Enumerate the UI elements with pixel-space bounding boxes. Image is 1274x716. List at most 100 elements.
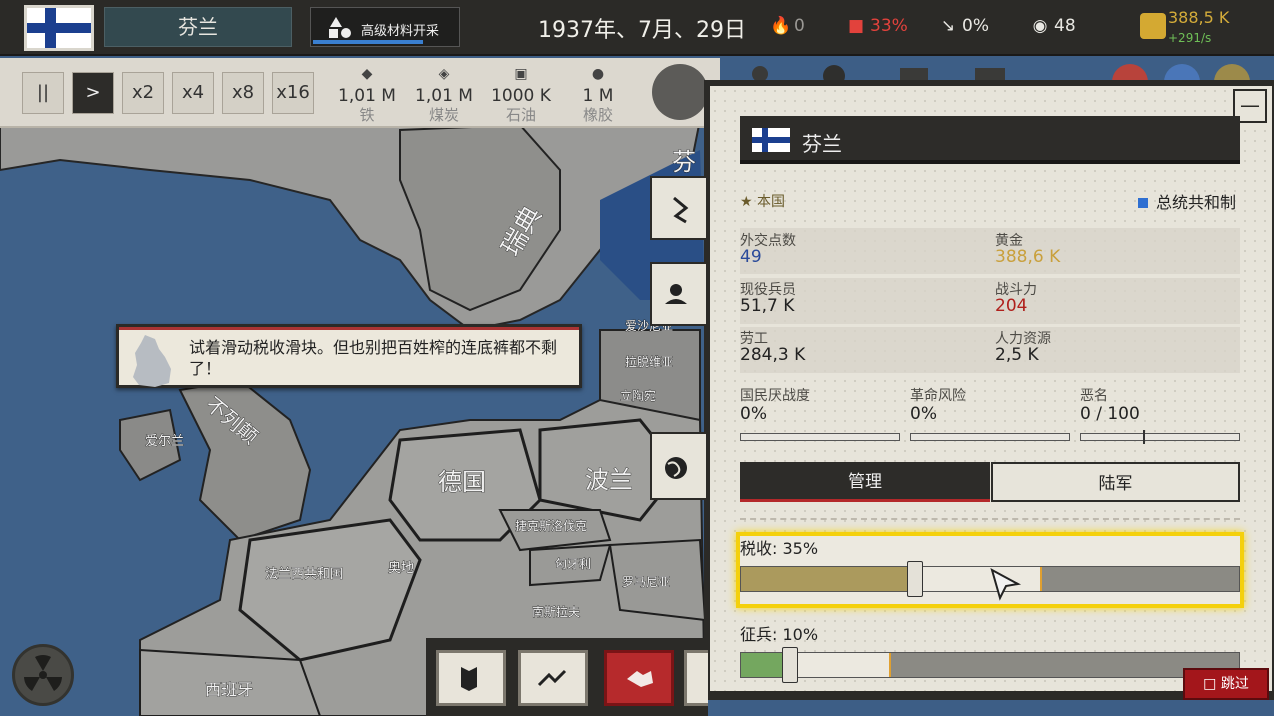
- tax-fill: [741, 567, 915, 591]
- tax-label: 税收: 35%: [740, 539, 819, 558]
- speed-x16-button[interactable]: x16: [272, 72, 314, 114]
- bottom-action-bar: [426, 638, 708, 716]
- home-country-badge: ★ 本国: [740, 194, 786, 210]
- war-weariness-meter: [740, 433, 900, 441]
- shapes-icon: [329, 17, 351, 38]
- finland-silhouette-icon: [133, 335, 171, 387]
- map-label-france: 法兰西共和国: [265, 567, 343, 582]
- resource-oil: ▣ 1000 K 石油: [481, 66, 561, 125]
- conscription-fill: [741, 653, 783, 677]
- diplomacy-points-value: 49: [740, 247, 762, 267]
- resource-rubber: ● 1 M 橡胶: [558, 66, 638, 125]
- economy-button[interactable]: [518, 650, 588, 706]
- panel-tabs: 管理 陆军: [740, 462, 1240, 502]
- resource-coal: ◈ 1,01 M 煤炭: [404, 66, 484, 125]
- globe-tab-icon: [665, 457, 687, 479]
- coal-label: 煤炭: [428, 106, 459, 124]
- layers-icon: ◆: [361, 66, 373, 82]
- panel-country-flag: [752, 128, 790, 152]
- map-icon-bottom: [461, 667, 477, 691]
- trend-down-icon: ↘: [940, 16, 956, 36]
- coal-value: 1,01 M: [415, 86, 473, 106]
- arrow-return-icon: [673, 196, 689, 224]
- infamy-threshold-marker: [1143, 430, 1145, 444]
- map-label-lithuania: 立陶宛: [620, 388, 656, 403]
- stat-fire: 🔥 0: [770, 16, 805, 36]
- oil-label: 石油: [505, 106, 536, 124]
- tax-slider-handle[interactable]: [907, 561, 923, 597]
- speed-x8-button[interactable]: x8: [222, 72, 264, 114]
- trend-up-icon: [537, 669, 567, 687]
- speed-x2-button[interactable]: x2: [122, 72, 164, 114]
- country-flag[interactable]: [24, 5, 94, 51]
- stat-territory: ■ 33%: [846, 16, 908, 36]
- nuclear-symbol: [24, 655, 62, 691]
- map-label-germany: 德国: [438, 468, 486, 496]
- resource-iron: ◆ 1,01 M 铁: [327, 66, 407, 125]
- tab-profile[interactable]: [650, 262, 706, 326]
- research-indicator[interactable]: 高级材料开采: [310, 7, 460, 47]
- stat-globe: ◉ 48: [1030, 16, 1076, 36]
- stat-trend: ↘ 0%: [938, 16, 989, 36]
- tutorial-popup[interactable]: 试着滑动税收滑块。但也别把百姓榨的连底裤都不剩了！: [116, 324, 582, 388]
- conscription-limit-marker: [889, 653, 891, 677]
- speed-x4-button[interactable]: x4: [172, 72, 214, 114]
- skip-label: 跳过: [1220, 676, 1249, 692]
- diplomacy-handshake-button[interactable]: [604, 650, 674, 706]
- map-mode-button[interactable]: [436, 650, 506, 706]
- war-weariness-label: 国民厌战度: [740, 388, 810, 404]
- game-date: 1937年、7月、29日: [538, 18, 746, 43]
- revolt-risk-meter: [910, 433, 1070, 441]
- conscription-slider-handle[interactable]: [782, 647, 798, 683]
- map-label-spain: 西班牙: [205, 680, 253, 699]
- map-label-poland: 波兰: [585, 466, 633, 494]
- stat-row-1: [740, 228, 1240, 274]
- play-button[interactable]: >: [72, 72, 114, 114]
- partial-button[interactable]: [684, 650, 708, 706]
- artillery-icon[interactable]: [900, 68, 928, 80]
- revolt-risk-label: 革命风险: [910, 388, 966, 404]
- tab-army[interactable]: 陆军: [991, 462, 1240, 502]
- war-weariness-value: 0%: [740, 404, 767, 424]
- conscription-label: 征兵: 10%: [740, 625, 819, 644]
- top-bar: 芬兰 高级材料开采 1937年、7月、29日 🔥 0 ■ 33% ↘ 0% ◉ 48 3…: [0, 0, 1274, 56]
- tab-manage[interactable]: 管理: [740, 462, 990, 502]
- diamond-icon: ◈: [438, 66, 450, 82]
- map-icon: ■: [847, 16, 865, 36]
- research-label: 高级材料开采: [361, 24, 440, 39]
- cursor-pointer-icon: [990, 568, 1022, 601]
- tab-diplomacy[interactable]: [650, 176, 706, 240]
- speed-resource-bar: || > x2 x4 x8 x16 ◆ 1,01 M 铁 ◈ 1,01 M 煤炭…: [0, 58, 720, 128]
- gold-income: +291/s: [1168, 31, 1212, 45]
- government-type: 总统共和制: [1156, 193, 1237, 212]
- labor-value: 284,3 K: [740, 345, 806, 365]
- revolt-risk-value: 0%: [910, 404, 937, 424]
- map-label-austria: 奥地: [388, 561, 414, 576]
- flame-icon: 🔥: [770, 16, 792, 36]
- country-name[interactable]: 芬兰: [104, 7, 292, 47]
- map-label-yugoslavia: 南斯拉夫: [532, 604, 580, 619]
- globe-icon: ◉: [1032, 16, 1048, 36]
- gold-stat-value: 388,6 K: [995, 247, 1061, 267]
- stat-row-2: [740, 278, 1240, 324]
- droplet-icon: ●: [591, 66, 605, 82]
- panel-country-name: 芬兰: [802, 132, 842, 156]
- tax-limit-marker: [1040, 567, 1042, 591]
- map-label-latvia: 拉脱维亚: [625, 354, 673, 369]
- conscription-slider[interactable]: [740, 652, 1240, 678]
- infamy-value: 0 / 100: [1080, 404, 1140, 424]
- gold-icon: [1140, 13, 1166, 39]
- tab-world[interactable]: [650, 432, 706, 500]
- skip-tutorial-button[interactable]: □ 跳过: [1183, 668, 1269, 700]
- round-menu-button[interactable]: [652, 64, 708, 120]
- pause-button[interactable]: ||: [22, 72, 64, 114]
- rubber-value: 1 M: [582, 86, 614, 106]
- map-label-finland-short: 芬: [672, 148, 696, 176]
- map-label-czech: 捷克斯洛伐克: [515, 518, 587, 533]
- globe-value: 48: [1054, 16, 1076, 36]
- tank-icon[interactable]: [975, 68, 1005, 80]
- radiation-icon[interactable]: [12, 644, 74, 706]
- map-label-hungary: 匈牙利: [555, 557, 591, 571]
- territory-value: 33%: [870, 16, 908, 36]
- tutorial-accent-bar: [119, 327, 579, 330]
